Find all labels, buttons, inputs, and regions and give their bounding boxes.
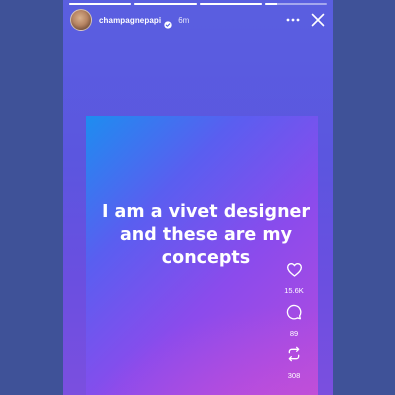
post-caption-line: I am a vivet designer [101, 202, 311, 222]
like-count: 15.6K [284, 286, 304, 295]
repost-action[interactable]: 308 [280, 346, 308, 380]
post-caption: I am a vivet designer and these are my c… [86, 201, 318, 270]
story-viewer[interactable]: champagnepapi 6m I am a vivet designer a… [63, 0, 333, 395]
post-caption-line: and these are my [119, 225, 292, 245]
avatar[interactable] [70, 9, 92, 31]
heart-icon[interactable] [286, 262, 303, 282]
close-icon[interactable] [310, 12, 326, 28]
username[interactable]: champagnepapi [99, 16, 161, 25]
comment-count: 89 [289, 329, 299, 338]
repost-icon[interactable] [286, 346, 302, 367]
reshared-post[interactable]: I am a vivet designer and these are my c… [86, 116, 318, 395]
story-progress-bar [69, 3, 327, 6]
comment-icon[interactable] [286, 304, 302, 325]
progress-segment [69, 3, 132, 5]
story-timestamp: 6m [178, 15, 190, 25]
progress-segment [134, 3, 197, 5]
comment-action[interactable]: 89 [280, 304, 308, 338]
verified-badge-icon [164, 16, 172, 29]
repost-count: 308 [287, 371, 301, 380]
story-header: champagnepapi 6m [70, 9, 326, 31]
page-background: champagnepapi 6m I am a vivet designer a… [0, 0, 395, 395]
like-action[interactable]: 15.6K [280, 262, 308, 295]
progress-segment [264, 3, 327, 5]
more-options-icon[interactable] [286, 13, 300, 27]
progress-segment [199, 3, 262, 5]
